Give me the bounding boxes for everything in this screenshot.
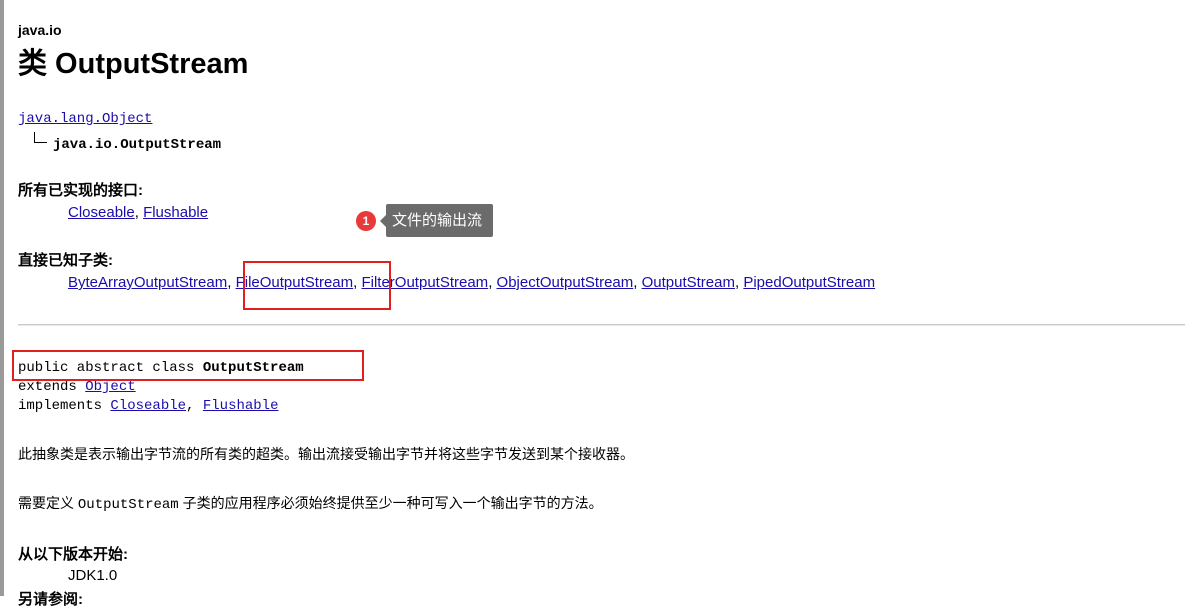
paragraph-2-suffix: 子类的应用程序必须始终提供至少一种可写入一个输出字节的方法。	[178, 495, 603, 511]
tree-connector-icon	[34, 132, 47, 143]
java-lang-object-link[interactable]: java.lang.Object	[18, 111, 152, 127]
page-title: 类 OutputStream	[18, 48, 249, 80]
description-paragraph-1: 此抽象类是表示输出字节流的所有类的超类。输出流接受输出字节并将这些字节发送到某个…	[18, 446, 634, 462]
interfaces-list: Closeable, Flushable	[68, 204, 209, 221]
inheritance-current: java.io.OutputStream	[34, 132, 221, 153]
interfaces-heading: 所有已实现的接口:	[18, 182, 143, 199]
see-also-heading: 另请参阅:	[18, 591, 83, 608]
annotation-bubble: 文件的输出流	[379, 204, 494, 237]
implements-keyword: implements	[18, 398, 111, 414]
object-link[interactable]: Object	[85, 379, 135, 395]
fileoutputstream-highlight-box	[243, 261, 391, 310]
implements-line: implements Closeable, Flushable	[18, 398, 279, 414]
description-paragraph-2: 需要定义 OutputStream 子类的应用程序必须始终提供至少一种可写入一个…	[18, 493, 603, 513]
inheritance-parent: java.lang.Object	[18, 111, 152, 127]
annotation-number-badge: 1	[356, 211, 376, 231]
extends-keyword: extends	[18, 379, 86, 395]
paragraph-2-prefix: 需要定义	[18, 495, 78, 511]
flushable-link[interactable]: Flushable	[203, 398, 279, 414]
pipedoutputstream-link[interactable]: PipedOutputStream	[743, 274, 875, 291]
closeable-link[interactable]: Closeable	[68, 204, 135, 221]
signature-highlight-box	[12, 350, 364, 381]
subclasses-list: ByteArrayOutputStream, FileOutputStream,…	[68, 274, 876, 291]
since-value: JDK1.0	[68, 567, 118, 584]
since-heading: 从以下版本开始:	[18, 546, 128, 563]
closeable-link[interactable]: Closeable	[110, 398, 186, 414]
flushable-link[interactable]: Flushable	[143, 204, 208, 221]
left-border	[0, 0, 4, 596]
objectoutputstream-link[interactable]: ObjectOutputStream	[497, 274, 634, 291]
divider	[18, 324, 1185, 326]
outputstream-link[interactable]: OutputStream	[642, 274, 735, 291]
subclasses-heading: 直接已知子类:	[18, 252, 113, 269]
package-name: java.io	[18, 22, 62, 38]
current-class-name: java.io.OutputStream	[53, 137, 222, 153]
paragraph-2-code: OutputStream	[77, 497, 179, 513]
bytearrayoutputstream-link[interactable]: ByteArrayOutputStream	[68, 274, 227, 291]
